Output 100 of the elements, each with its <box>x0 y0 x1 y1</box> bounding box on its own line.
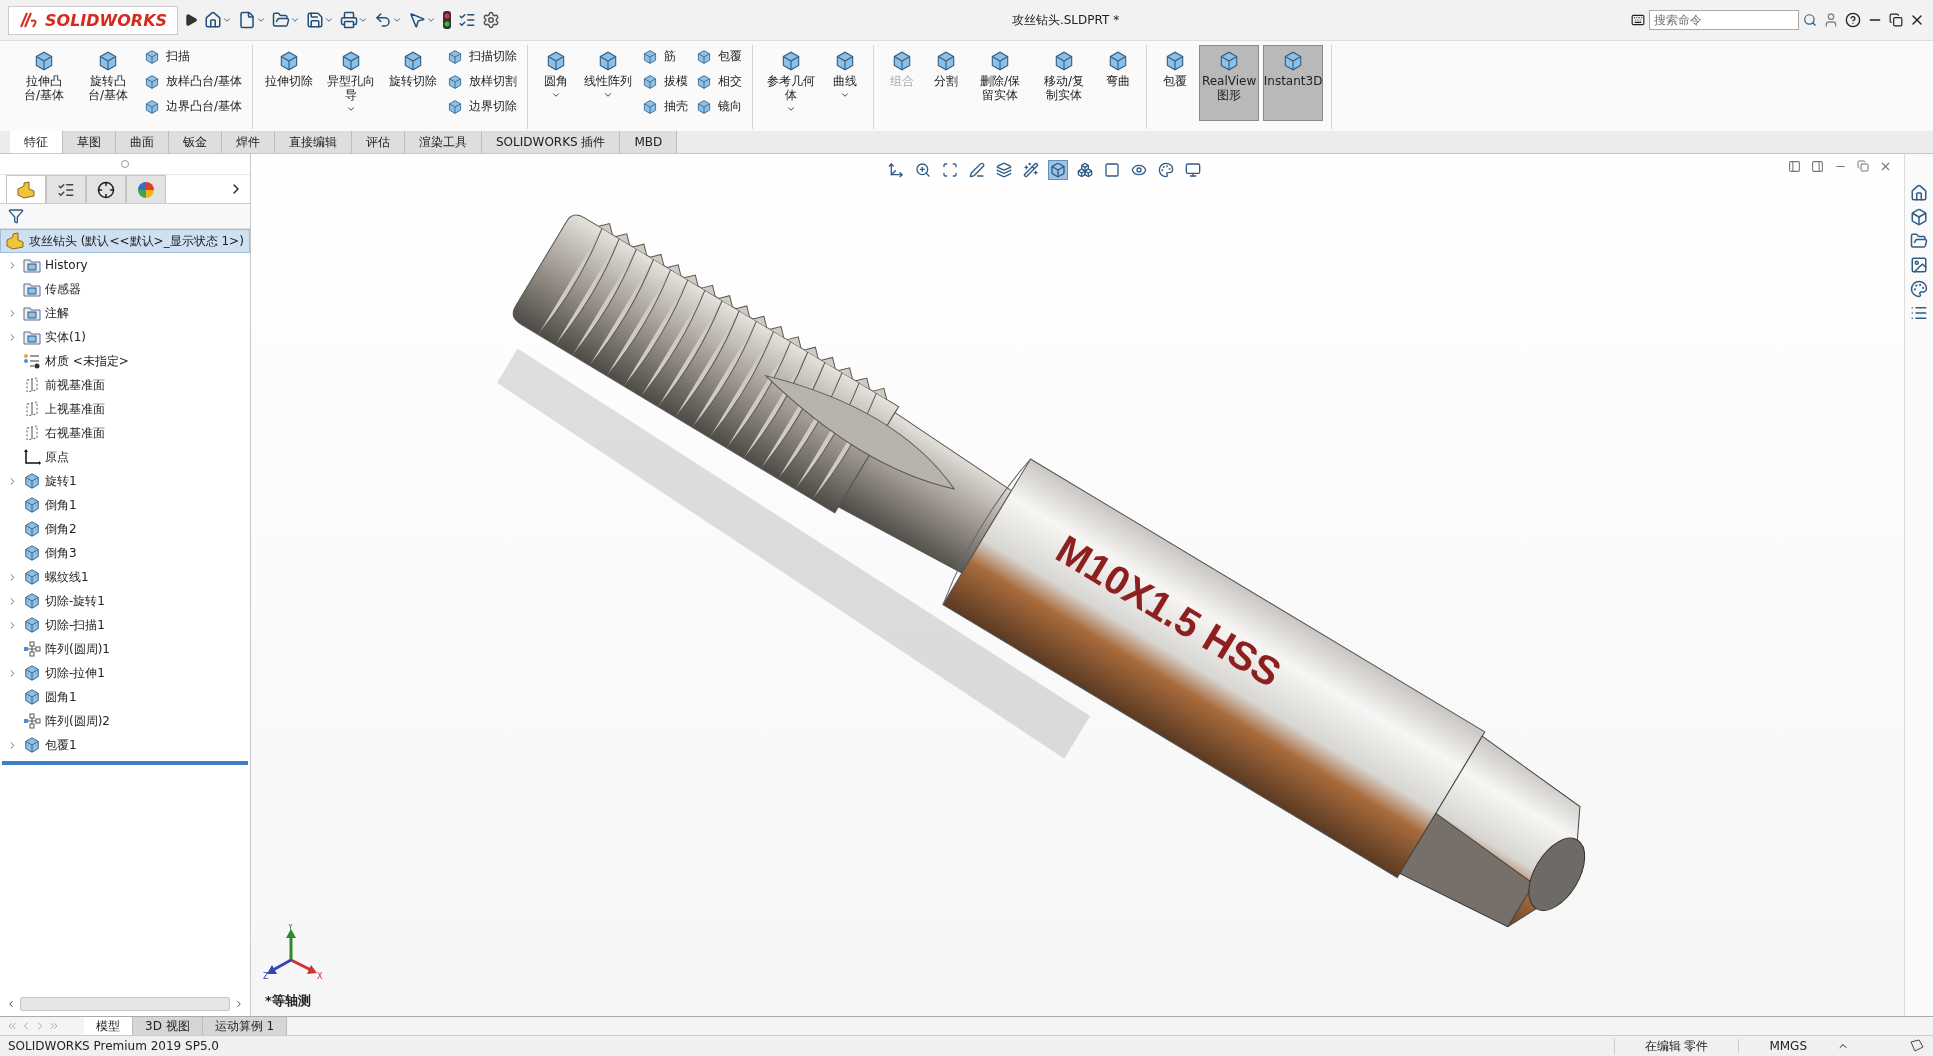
flyout-icon[interactable] <box>184 13 199 27</box>
settings-icon[interactable] <box>482 11 501 29</box>
bottom-tab[interactable]: 3D 视图 <box>133 1017 203 1035</box>
caret-icon[interactable] <box>222 15 233 25</box>
ribbon-button[interactable]: 放样切割 <box>445 72 520 91</box>
pointer-icon[interactable] <box>408 11 427 29</box>
print-icon[interactable] <box>340 11 359 29</box>
tree-item[interactable]: 倒角2 <box>0 517 250 541</box>
ribbon-button[interactable]: 扫描 <box>142 47 245 66</box>
open-folder-icon[interactable] <box>272 11 291 29</box>
traffic-light-icon[interactable] <box>442 10 453 30</box>
save-icon[interactable] <box>306 11 325 29</box>
tree-item[interactable]: 切除-旋转1 <box>0 589 250 613</box>
section-icon[interactable] <box>996 162 1012 178</box>
ribbon-tab[interactable]: 评估 <box>352 131 405 153</box>
tree-item[interactable]: 阵列(圆周)1 <box>0 637 250 661</box>
caret-icon[interactable] <box>324 15 335 25</box>
tree-item[interactable]: 传感器 <box>0 277 250 301</box>
tree-item[interactable]: 右视基准面 <box>0 421 250 445</box>
tree-item[interactable]: 旋转1 <box>0 469 250 493</box>
ribbon-button[interactable]: 线性阵列 <box>580 45 637 121</box>
caret-icon[interactable] <box>358 15 369 25</box>
tree-item[interactable]: 注解 <box>0 301 250 325</box>
filter-icon[interactable] <box>8 208 24 224</box>
tree-item[interactable]: 包覆1 <box>0 733 250 757</box>
tree-item[interactable]: History <box>0 253 250 277</box>
caret-icon[interactable] <box>256 15 267 25</box>
tree-item[interactable]: 阵列(圆周)2 <box>0 709 250 733</box>
axis-icon[interactable] <box>888 162 904 178</box>
tree-item[interactable]: 前视基准面 <box>0 373 250 397</box>
panel-tab[interactable] <box>46 175 86 203</box>
tree-item[interactable]: 倒角1 <box>0 493 250 517</box>
ribbon-tab[interactable]: 特征 <box>10 131 63 153</box>
ribbon-button[interactable]: 包覆 <box>1155 45 1196 121</box>
ribbon-button[interactable]: RealView图形 <box>1199 45 1260 121</box>
panel-right-icon[interactable] <box>1811 160 1824 173</box>
image-icon[interactable] <box>1910 256 1928 274</box>
ribbon-button[interactable]: 删除/保留实体 <box>970 45 1031 121</box>
tree-item[interactable]: 倒角3 <box>0 541 250 565</box>
zoom-icon[interactable] <box>915 162 931 178</box>
ribbon-tab[interactable]: 渲染工具 <box>405 131 482 153</box>
monitor-icon[interactable] <box>1185 162 1201 178</box>
ribbon-button[interactable]: 圆角 <box>536 45 577 121</box>
ribbon-button[interactable]: 边界凸台/基体 <box>142 97 245 116</box>
ribbon-button[interactable]: 旋转切除 <box>385 45 442 121</box>
scroll-left-icon[interactable] <box>6 999 16 1009</box>
square-icon[interactable] <box>1104 162 1120 178</box>
palette-icon[interactable] <box>1910 280 1928 298</box>
tree-item[interactable]: 材质 <未指定> <box>0 349 250 373</box>
zoom-area-icon[interactable] <box>942 162 958 178</box>
ribbon-button[interactable]: 筋 <box>640 47 691 66</box>
options-list-icon[interactable] <box>458 11 477 29</box>
tree-item[interactable]: 实体(1) <box>0 325 250 349</box>
ribbon-button[interactable]: 移动/复制实体 <box>1034 45 1095 121</box>
tree-item[interactable]: 圆角1 <box>0 685 250 709</box>
tree-item[interactable]: 上视基准面 <box>0 397 250 421</box>
notes-icon[interactable] <box>1909 1039 1925 1053</box>
new-file-icon[interactable] <box>238 11 257 29</box>
ribbon-button[interactable]: 放样凸台/基体 <box>142 72 245 91</box>
ribbon-button[interactable]: 拉伸凸台/基体 <box>14 45 74 121</box>
caret-icon[interactable] <box>290 15 301 25</box>
ribbon-tab[interactable]: 曲面 <box>116 131 169 153</box>
ribbon-button[interactable]: 边界切除 <box>445 97 520 116</box>
tree-item[interactable]: 原点 <box>0 445 250 469</box>
ribbon-button[interactable]: 抽壳 <box>640 97 691 116</box>
cube-icon[interactable] <box>1050 162 1066 178</box>
search-field[interactable]: 搜索命令 <box>1649 10 1799 30</box>
tree-item[interactable]: 切除-扫描1 <box>0 613 250 637</box>
ribbon-tab[interactable]: SOLIDWORKS 插件 <box>482 131 621 153</box>
ribbon-tab[interactable]: 焊件 <box>222 131 275 153</box>
tree-item[interactable]: 切除-拉伸1 <box>0 661 250 685</box>
tree-root[interactable]: 攻丝钻头 (默认<<默认>_显示状态 1>) <box>0 229 250 253</box>
ribbon-button[interactable]: 弯曲 <box>1098 45 1139 121</box>
home-icon[interactable] <box>1910 184 1928 202</box>
boxes-icon[interactable] <box>1077 162 1093 178</box>
scroll-right-icon[interactable] <box>234 999 244 1009</box>
home-icon[interactable] <box>204 11 223 29</box>
help-icon[interactable] <box>1845 12 1861 28</box>
units-selector[interactable]: MMGS <box>1738 1039 1837 1053</box>
ribbon-tab[interactable]: MBD <box>620 131 678 153</box>
ribbon-button[interactable]: Instant3D <box>1263 45 1324 121</box>
ribbon-button[interactable]: 分割 <box>926 45 967 121</box>
ribbon-button[interactable]: 包覆 <box>694 47 745 66</box>
user-icon[interactable] <box>1823 12 1839 28</box>
ribbon-tab[interactable]: 钣金 <box>169 131 222 153</box>
ribbon-button[interactable]: 扫描切除 <box>445 47 520 66</box>
ribbon-button[interactable]: 相交 <box>694 72 745 91</box>
ribbon-button[interactable]: 镜向 <box>694 97 745 116</box>
ribbon-button[interactable]: 曲线 <box>825 45 866 121</box>
ribbon-button[interactable]: 拉伸切除 <box>261 45 318 121</box>
wand-icon[interactable] <box>1023 162 1039 178</box>
ribbon-tab[interactable]: 草图 <box>63 131 116 153</box>
tree-item[interactable]: 螺纹线1 <box>0 565 250 589</box>
restore-icon[interactable] <box>1889 13 1903 27</box>
ribbon-tab[interactable]: 直接编辑 <box>275 131 352 153</box>
ribbon-button[interactable]: 拔模 <box>640 72 691 91</box>
ribbon-button[interactable]: 旋转凸台/基体 <box>78 45 138 121</box>
undo-icon[interactable] <box>374 11 393 29</box>
caret-icon[interactable] <box>392 15 403 25</box>
eye-icon[interactable] <box>1131 162 1147 178</box>
